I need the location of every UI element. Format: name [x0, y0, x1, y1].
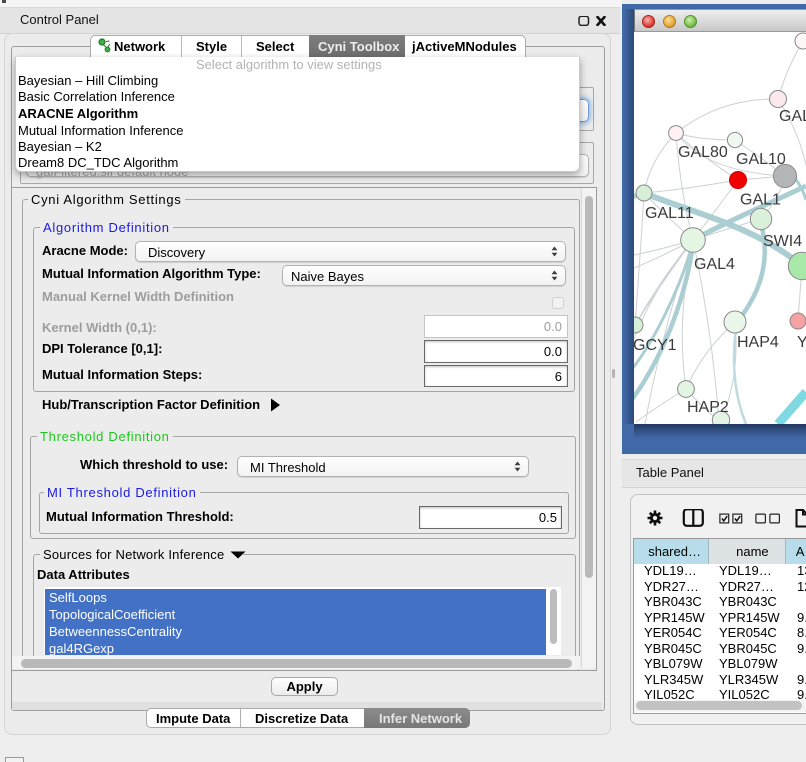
- svg-text:HAP2: HAP2: [687, 399, 729, 416]
- svg-text:YL: YL: [797, 334, 806, 351]
- svg-text:GAL4: GAL4: [694, 256, 735, 273]
- svg-text:GAL10: GAL10: [736, 151, 786, 168]
- svg-text:GAL11: GAL11: [645, 205, 694, 222]
- svg-text:GAL80: GAL80: [678, 144, 728, 161]
- svg-text:GCY1: GCY1: [634, 337, 677, 354]
- svg-text:HAP4: HAP4: [737, 334, 779, 351]
- svg-text:GAL7: GAL7: [779, 108, 806, 125]
- svg-text:GAL1: GAL1: [740, 192, 781, 209]
- svg-text:SWI4: SWI4: [763, 233, 802, 250]
